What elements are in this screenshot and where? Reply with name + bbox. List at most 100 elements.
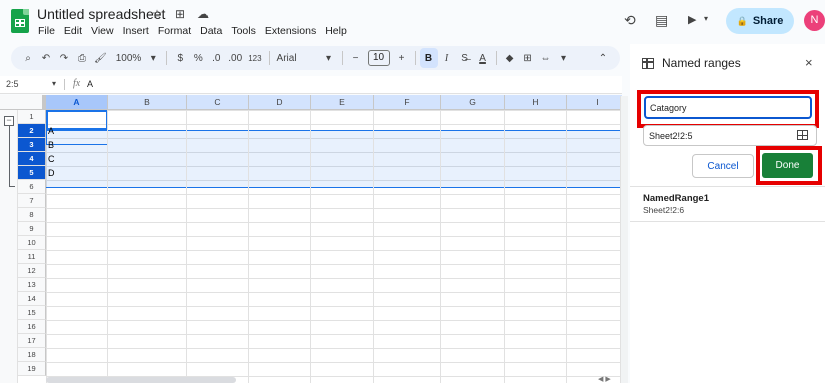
row-header-1[interactable]: 1: [18, 110, 46, 124]
currency-format-button[interactable]: $: [171, 48, 189, 68]
version-history-icon[interactable]: ⟲: [624, 12, 636, 29]
column-header-i[interactable]: I: [567, 95, 622, 110]
range-field[interactable]: Sheet2!2:5: [643, 125, 817, 146]
row-header-8[interactable]: 8: [18, 208, 46, 222]
menu-view[interactable]: View: [91, 25, 114, 37]
row-header-5[interactable]: 5: [18, 166, 46, 180]
text-color-button[interactable]: A: [474, 48, 492, 68]
menu-help[interactable]: Help: [325, 25, 347, 37]
row-header-14[interactable]: 14: [18, 292, 46, 306]
row-header-16[interactable]: 16: [18, 320, 46, 334]
toolbar-divider: [341, 51, 343, 65]
strikethrough-button[interactable]: S̶: [456, 48, 474, 68]
named-range-item[interactable]: NamedRange1 Sheet2!2:6: [630, 188, 825, 220]
search-menus-icon[interactable]: ⌕: [19, 48, 37, 68]
print-icon[interactable]: ⎙: [73, 48, 91, 68]
zoom-select[interactable]: 100%: [110, 48, 145, 68]
merge-dropdown-icon[interactable]: ▾: [555, 48, 573, 68]
sheet-grid[interactable]: − ABCDEFGHI 1 2 3 4 5 6 7 8 9 10 11 12 13 14 15 16 17 18 1…: [0, 95, 622, 383]
row-header-17[interactable]: 17: [18, 334, 46, 348]
decrease-font-size-button[interactable]: −: [347, 48, 365, 68]
meet-dropdown-icon[interactable]: ▾: [704, 14, 708, 23]
row-header-3[interactable]: 3: [18, 138, 46, 152]
cloud-status-icon[interactable]: ☁: [196, 7, 210, 21]
collapse-group-icon[interactable]: −: [4, 116, 14, 126]
menu-extensions[interactable]: Extensions: [265, 25, 316, 37]
sheets-logo-icon[interactable]: [11, 9, 29, 33]
row-header-4[interactable]: 4: [18, 152, 46, 166]
horizontal-scrollbar[interactable]: [46, 377, 236, 383]
cell-a5[interactable]: D: [48, 168, 55, 178]
column-header-e[interactable]: E: [311, 95, 374, 110]
menu-data[interactable]: Data: [200, 25, 222, 37]
menu-edit[interactable]: Edit: [64, 25, 82, 37]
vertical-scrollbar[interactable]: [620, 96, 628, 383]
column-gridline: [373, 110, 374, 383]
merge-cells-icon[interactable]: ⇔: [537, 48, 555, 68]
font-size-input[interactable]: 10: [367, 50, 390, 66]
formula-input[interactable]: A: [87, 79, 93, 89]
menu-tools[interactable]: Tools: [231, 25, 256, 37]
share-button[interactable]: 🔒 Share: [726, 8, 794, 34]
row-header-13[interactable]: 13: [18, 278, 46, 292]
row-header-12[interactable]: 12: [18, 264, 46, 278]
row-header-2[interactable]: 2: [18, 124, 46, 138]
menu-format[interactable]: Format: [158, 25, 191, 37]
row-header-15[interactable]: 15: [18, 306, 46, 320]
column-header-h[interactable]: H: [505, 95, 567, 110]
toolbar-divider: [495, 51, 497, 65]
percent-format-button[interactable]: %: [189, 48, 207, 68]
more-formats-button[interactable]: 123: [245, 48, 264, 68]
row-header-6[interactable]: 6: [18, 180, 46, 194]
menu-insert[interactable]: Insert: [123, 25, 149, 37]
row-header-18[interactable]: 18: [18, 348, 46, 362]
increase-decimal-button[interactable]: .00: [225, 48, 245, 68]
scroll-arrows-icon[interactable]: ◀ ▶: [598, 375, 611, 383]
italic-button[interactable]: I: [438, 48, 456, 68]
cell-a3[interactable]: B: [48, 140, 54, 150]
column-header-b[interactable]: B: [108, 95, 187, 110]
meet-icon[interactable]: ▶: [688, 13, 696, 26]
range-name-input[interactable]: [644, 96, 812, 119]
active-cell-a1[interactable]: [46, 110, 108, 130]
select-range-icon[interactable]: [797, 130, 808, 140]
cell-a4[interactable]: C: [48, 154, 55, 164]
paint-format-icon[interactable]: 🖌: [91, 48, 110, 68]
redo-icon[interactable]: ↷: [55, 48, 73, 68]
done-button[interactable]: Done: [762, 153, 813, 178]
borders-icon[interactable]: ⊞: [519, 48, 537, 68]
close-icon[interactable]: ×: [805, 55, 813, 70]
font-family-select[interactable]: Arial: [274, 48, 320, 68]
font-dropdown-icon[interactable]: ▾: [320, 48, 338, 68]
avatar[interactable]: N: [804, 10, 825, 31]
cancel-button[interactable]: Cancel: [692, 154, 754, 178]
bold-button[interactable]: B: [419, 48, 438, 68]
cell-a2[interactable]: A: [48, 126, 54, 136]
column-header-g[interactable]: G: [441, 95, 505, 110]
move-folder-icon[interactable]: ⊞: [173, 7, 187, 21]
collapse-toolbar-icon[interactable]: ⌃: [594, 48, 612, 68]
group-bracket-end: [9, 186, 15, 187]
row-header-10[interactable]: 10: [18, 236, 46, 250]
decrease-decimal-button[interactable]: .0: [207, 48, 225, 68]
row-header-7[interactable]: 7: [18, 194, 46, 208]
row-header-11[interactable]: 11: [18, 250, 46, 264]
star-icon[interactable]: ☆: [150, 7, 164, 21]
column-header-c[interactable]: C: [187, 95, 249, 110]
select-all-corner[interactable]: [0, 95, 46, 110]
comment-icon[interactable]: ▤: [655, 12, 668, 29]
zoom-dropdown-icon[interactable]: ▾: [144, 48, 162, 68]
document-title[interactable]: Untitled spreadsheet: [37, 6, 165, 22]
row-header-9[interactable]: 9: [18, 222, 46, 236]
row-header-19[interactable]: 19: [18, 362, 46, 376]
column-header-a[interactable]: A: [46, 95, 108, 110]
name-box-dropdown-icon[interactable]: ▾: [52, 79, 56, 88]
column-header-d[interactable]: D: [249, 95, 311, 110]
name-box[interactable]: 2:5: [6, 79, 19, 89]
fill-color-icon[interactable]: ◆: [501, 48, 519, 68]
menu-file[interactable]: File: [38, 25, 55, 37]
panel-divider: [630, 221, 825, 222]
column-header-f[interactable]: F: [374, 95, 441, 110]
increase-font-size-button[interactable]: +: [393, 48, 411, 68]
undo-icon[interactable]: ↶: [37, 48, 55, 68]
